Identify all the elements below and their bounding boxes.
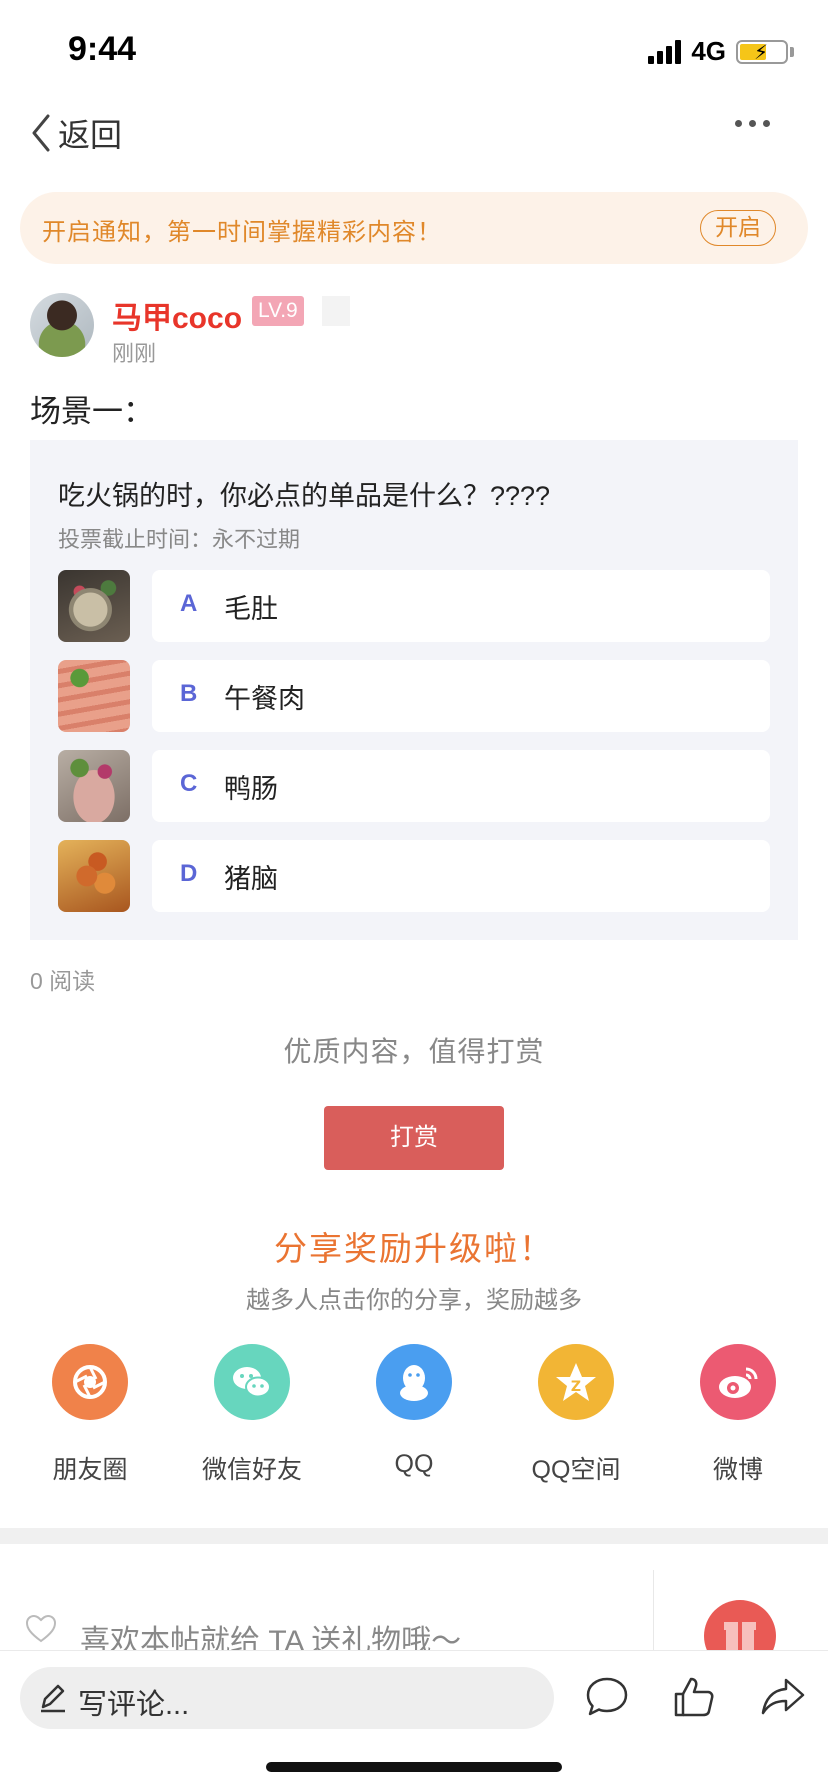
option-letter: D [180, 860, 198, 887]
option-letter: B [180, 680, 198, 707]
gift-icon[interactable] [704, 1600, 776, 1650]
luncheon-meat-photo [58, 660, 130, 732]
pencil-icon [41, 1684, 65, 1713]
option-label: 猪脑 [224, 864, 278, 894]
notification-text: 开启通知，第一时间掌握精彩内容！ [42, 219, 442, 246]
vote-option-box[interactable]: A 毛肚 [152, 570, 770, 642]
vote-option[interactable]: D 猪脑 [58, 840, 770, 912]
battery-tip [790, 46, 794, 57]
vote-deadline: 投票截止时间：永不过期 [58, 527, 301, 552]
share-label: 朋友圈 [52, 1456, 128, 1484]
signal-icon [648, 39, 682, 64]
post-time: 刚刚 [112, 341, 157, 366]
share-subtitle: 越多人点击你的分享，奖励越多 [246, 1287, 582, 1314]
share-qzone-button[interactable]: Z QQ空间 [506, 1344, 646, 1486]
comment-placeholder: 写评论... [78, 1689, 190, 1721]
share-label: QQ空间 [531, 1456, 621, 1484]
author-name[interactable]: 马甲coco [112, 293, 242, 337]
vote-option-box[interactable]: C 鸭肠 [152, 750, 770, 822]
option-label: 毛肚 [224, 594, 278, 624]
read-count: 0 阅读 [30, 968, 96, 994]
comment-input[interactable]: 写评论... [20, 1667, 554, 1729]
heart-icon [25, 1614, 57, 1643]
vertical-divider [653, 1570, 654, 1650]
network-type: 4G [691, 36, 726, 66]
tripe-photo [58, 570, 130, 642]
status-indicators: 4G ⚡ [648, 36, 794, 67]
enable-notification-button[interactable]: 开启 [700, 210, 776, 246]
share-wechat-button[interactable]: 微信好友 [182, 1344, 322, 1486]
option-letter: C [180, 770, 198, 797]
qq-icon [376, 1344, 452, 1420]
share-label: 微信好友 [201, 1456, 302, 1484]
post-title: 场景一： [30, 394, 154, 429]
share-label: QQ [394, 1450, 434, 1478]
moments-icon [52, 1344, 128, 1420]
weibo-icon [700, 1344, 776, 1420]
option-label: 鸭肠 [224, 774, 278, 804]
share-qq-button[interactable]: QQ [344, 1344, 484, 1479]
home-indicator [266, 1762, 562, 1772]
wechat-icon [214, 1344, 290, 1420]
reward-hint: 优质内容，值得打赏 [283, 1036, 545, 1067]
vote-option-box[interactable]: D 猪脑 [152, 840, 770, 912]
nav-bar: 返回 [0, 100, 828, 164]
pig-brain-photo [58, 840, 130, 912]
battery-icon: ⚡ [736, 39, 788, 64]
section-divider [0, 1528, 828, 1544]
gift-row[interactable]: 喜欢本帖就给 TA 送礼物哦～ [0, 1570, 828, 1650]
svg-text:Z: Z [571, 1379, 581, 1395]
duck-intestine-photo [58, 750, 130, 822]
status-time: 9:44 [68, 30, 137, 68]
vote-option[interactable]: B 午餐肉 [58, 660, 770, 732]
share-label: 微博 [712, 1456, 763, 1484]
notification-banner: 开启通知，第一时间掌握精彩内容！ 开启 [20, 192, 808, 264]
level-badge: LV.9 [252, 296, 304, 326]
author-header: 马甲coco LV.9 刚刚 [30, 290, 800, 370]
thumbs-up-icon[interactable] [672, 1675, 718, 1719]
reward-button[interactable]: 打赏 [324, 1106, 504, 1170]
vote-option[interactable]: A 毛肚 [58, 570, 770, 642]
badge-placeholder [322, 296, 350, 326]
vote-option[interactable]: C 鸭肠 [58, 750, 770, 822]
status-bar: 9:44 4G ⚡ [0, 0, 828, 96]
share-weibo-button[interactable]: 微博 [668, 1344, 808, 1486]
back-label: 返回 [58, 117, 123, 153]
back-button[interactable]: 返回 [30, 110, 122, 156]
qzone-icon: Z [538, 1344, 614, 1420]
share-title: 分享奖励升级啦！ [274, 1230, 554, 1267]
vote-question: 吃火锅的时，你必点的单品是什么？???? [58, 481, 551, 511]
vote-option-box[interactable]: B 午餐肉 [152, 660, 770, 732]
chevron-left-icon [32, 114, 50, 152]
comment-icon[interactable] [584, 1675, 630, 1719]
share-arrow-icon[interactable] [760, 1675, 806, 1719]
option-letter: A [180, 590, 198, 617]
gift-prompt: 喜欢本帖就给 TA 送礼物哦～ [80, 1625, 462, 1650]
more-icon[interactable] [735, 120, 770, 127]
avatar[interactable] [30, 293, 94, 357]
option-label: 午餐肉 [224, 684, 305, 714]
share-moments-button[interactable]: 朋友圈 [20, 1344, 160, 1486]
vote-card: 吃火锅的时，你必点的单品是什么？???? 投票截止时间：永不过期 A 毛肚 B … [30, 440, 798, 940]
